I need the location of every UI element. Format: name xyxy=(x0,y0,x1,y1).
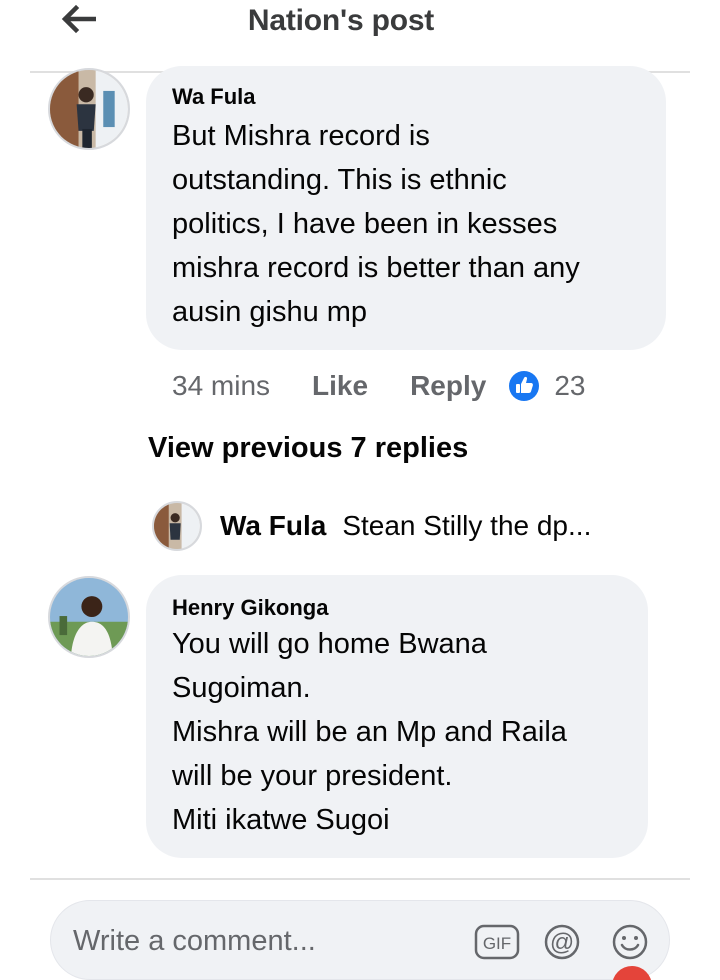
comment-text-line: outstanding. This is ethnic xyxy=(172,164,507,196)
comment-text-line: will be your president. xyxy=(172,760,453,792)
composer-divider xyxy=(30,878,690,880)
emoji-icon[interactable] xyxy=(608,923,652,961)
thumbs-up-icon xyxy=(509,371,540,401)
comment-text-line: Miti ikatwe Sugoi xyxy=(172,804,390,836)
comment-timestamp[interactable]: 34 mins xyxy=(172,370,270,402)
comment-composer: GIF @ xyxy=(50,900,670,980)
comment-text-line: Sugoiman. xyxy=(172,672,311,704)
collapsed-reply[interactable]: Wa Fula Stean Stilly the dp... xyxy=(152,500,591,552)
gif-icon[interactable]: GIF xyxy=(474,923,520,961)
view-previous-replies-link[interactable]: View previous 7 replies xyxy=(148,432,468,465)
at-icon[interactable]: @ xyxy=(540,923,584,961)
avatar xyxy=(152,501,202,551)
reaction-summary[interactable]: 23 xyxy=(508,370,585,402)
comment-bubble: Wa Fula But Mishra record is outstanding… xyxy=(146,66,666,350)
comment-text-line: ausin gishu mp xyxy=(172,296,368,328)
svg-text:@: @ xyxy=(550,929,574,956)
avatar[interactable] xyxy=(48,576,130,658)
comment-author[interactable]: Wa Fula xyxy=(172,84,666,110)
comment-author[interactable]: Henry Gikonga xyxy=(172,595,648,621)
comment-text-line: politics, I have been in kesses xyxy=(172,208,558,240)
comment-actions: 34 mins Like Reply 23 xyxy=(172,366,585,406)
comment-text-line: Mishra will be an Mp and Raila xyxy=(172,716,567,748)
comment-text-line: But Mishra record is xyxy=(172,120,430,152)
comment-input[interactable] xyxy=(73,919,453,963)
comment-text-line: mishra record is better than any xyxy=(172,252,580,284)
svg-text:GIF: GIF xyxy=(483,934,511,953)
reply-snippet: Stean Stilly the dp... xyxy=(342,510,592,541)
avatar[interactable] xyxy=(48,68,130,150)
comment-bubble: Henry Gikonga You will go home Bwana Sug… xyxy=(146,575,648,858)
reaction-count: 23 xyxy=(554,370,586,401)
comments-screen: Nation's post Wa Fula But Mishra record … xyxy=(0,0,720,980)
header: Nation's post xyxy=(0,0,720,73)
page-title: Nation's post xyxy=(247,4,435,37)
comment-text-line: You will go home Bwana xyxy=(172,628,487,660)
like-button[interactable]: Like xyxy=(312,370,368,402)
reply-button[interactable]: Reply xyxy=(410,370,486,402)
reply-author: Wa Fula xyxy=(220,510,327,541)
